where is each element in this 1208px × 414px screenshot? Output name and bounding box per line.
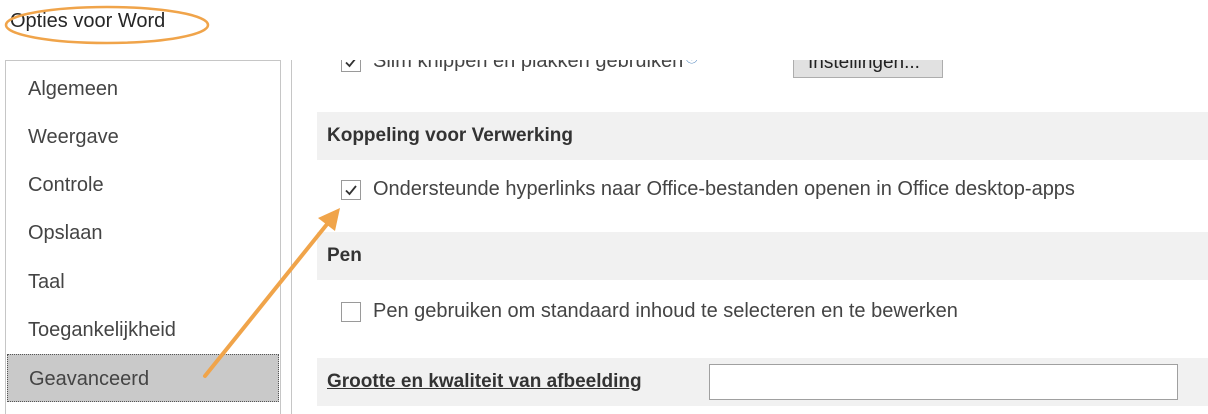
checkmark-icon [345,184,357,195]
sidebar-item-controle[interactable]: Controle [7,161,279,209]
info-icon[interactable]: ⓘ [685,60,698,66]
sidebar: Algemeen Weergave Controle Opslaan Taal … [5,60,281,414]
sidebar-item-weergave[interactable]: Weergave [7,113,279,161]
dialog-title: Opties voor Word [10,10,166,32]
sidebar-item-toegankelijkheid[interactable]: Toegankelijkheid [7,306,279,354]
pen-option-label: Pen gebruiken om standaard inhoud te sel… [373,300,958,322]
sidebar-item-opslaan[interactable]: Opslaan [7,209,279,257]
section-header-pen: Pen [317,232,1208,280]
hyperlinks-checkbox[interactable] [341,179,361,200]
pen-option-row: Pen gebruiken om standaard inhoud te sel… [341,300,958,323]
checkmark-icon [345,60,356,67]
sidebar-item-algemeen[interactable]: Algemeen [7,65,279,113]
sidebar-item-geavanceerd[interactable]: Geavanceerd [7,354,279,402]
smart-cut-row: Slim knippen en plakken gebruiken ⓘ Inst… [341,60,943,78]
sidebar-item-taal[interactable]: Taal [7,258,279,306]
section-header-link-handling: Koppeling voor Verwerking [317,112,1208,160]
settings-button[interactable]: Instellingen... [793,60,943,78]
smart-cut-checkbox[interactable] [341,60,361,72]
pen-checkbox[interactable] [341,301,361,322]
image-document-select[interactable] [709,364,1178,400]
options-content: Slim knippen en plakken gebruiken ⓘ Inst… [291,60,1208,414]
image-quality-title: Grootte en kwaliteit van afbeelding [327,371,642,392]
hyperlinks-option-row: Ondersteunde hyperlinks naar Office-best… [341,178,1075,201]
smart-cut-label: Slim knippen en plakken gebruiken [373,60,684,72]
hyperlinks-option-label: Ondersteunde hyperlinks naar Office-best… [373,178,1075,200]
